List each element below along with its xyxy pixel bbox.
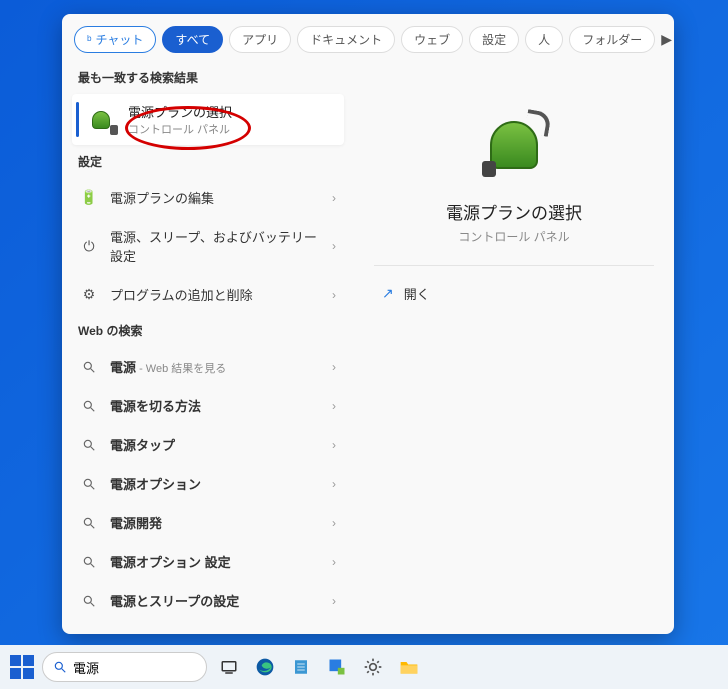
chevron-right-icon: › [332,399,336,413]
web-item-label: 電源 - Web 結果を見る [110,357,320,376]
tab-settings[interactable]: 設定 [469,26,519,53]
tab-apps[interactable]: アプリ [229,26,291,53]
results-list: 最も一致する検索結果 電源プランの選択 コントロール パネル 設定 🔋 電源プラ… [62,61,354,634]
search-results-panel: ᵇ チャット すべて アプリ ドキュメント ウェブ 設定 人 フォルダー ▶ ⋯… [62,14,674,634]
preview-power-icon [474,101,554,181]
more-tabs-chevron-icon[interactable]: ▶ [661,29,672,51]
settings-item-add-remove[interactable]: ⚙ プログラムの追加と削除 › [72,275,344,314]
tab-all[interactable]: すべて [162,26,223,53]
settings-item-label: 電源プランの編集 [110,188,320,207]
settings-item-edit-plan[interactable]: 🔋 電源プランの編集 › [72,178,344,217]
power-icon: ⏻ [80,237,98,255]
web-item-label: 電源開発 [110,513,320,532]
web-item-label: 電源とスリープの設定 [110,591,320,610]
battery-icon: 🔋 [80,189,98,207]
gear-icon: ⚙ [80,286,98,304]
search-icon [80,436,98,454]
preview-subtitle: コントロール パネル [458,228,569,245]
settings-item-label: 電源、スリープ、およびバッテリー設定 [110,227,320,265]
web-item-label: 電源オプション 設定 [110,552,320,571]
chevron-right-icon: › [332,438,336,452]
taskbar [0,645,728,689]
best-match-title: 電源プランの選択 [128,102,232,121]
search-icon [80,553,98,571]
search-icon [80,514,98,532]
taskbar-explorer-icon[interactable] [395,653,423,681]
web-search-item[interactable]: 電源タップ › [72,425,344,464]
best-match-item[interactable]: 電源プランの選択 コントロール パネル [72,94,344,145]
chevron-right-icon: › [332,516,336,530]
chevron-right-icon: › [332,239,336,253]
section-best-match: 最も一致する検索結果 [72,61,344,94]
taskbar-task-view-icon[interactable] [215,653,243,681]
settings-item-power-sleep[interactable]: ⏻ 電源、スリープ、およびバッテリー設定 › [72,217,344,275]
web-search-item[interactable]: 電源開発 › [72,503,344,542]
tab-chat-label: チャット [96,31,144,48]
web-search-item[interactable]: 電源とスリープの設定 › [72,581,344,620]
web-item-label: 電源オプション [110,474,320,493]
search-icon [80,592,98,610]
preview-pane: 電源プランの選択 コントロール パネル ↗ 開く [354,61,674,634]
taskbar-notepad-icon[interactable] [287,653,315,681]
start-button[interactable] [10,655,34,679]
web-search-item[interactable]: 電源 - Web 結果を見る › [72,347,344,386]
web-search-item[interactable]: 電源オプション › [72,464,344,503]
action-open-label: 開く [404,284,430,303]
chevron-right-icon: › [332,477,336,491]
web-item-label: 電源タップ [110,435,320,454]
tab-chat[interactable]: ᵇ チャット [74,26,156,53]
chevron-right-icon: › [332,360,336,374]
chevron-right-icon: › [332,288,336,302]
tab-documents[interactable]: ドキュメント [297,26,395,53]
tab-folders[interactable]: フォルダー [569,26,655,53]
search-icon [80,358,98,376]
chevron-right-icon: › [332,555,336,569]
web-search-item[interactable]: 電源を切る方法 › [72,386,344,425]
search-icon [80,397,98,415]
taskbar-settings-icon[interactable] [359,653,387,681]
chevron-right-icon: › [332,594,336,608]
power-plan-icon [88,105,118,135]
tab-web[interactable]: ウェブ [401,26,463,53]
best-match-subtitle: コントロール パネル [128,121,232,137]
web-item-label: 電源を切る方法 [110,396,320,415]
taskbar-tips-icon[interactable] [323,653,351,681]
taskbar-search-input[interactable] [73,660,196,675]
web-search-item[interactable]: 電源オプション 設定 › [72,542,344,581]
divider [374,265,654,266]
open-external-icon: ↗ [382,285,394,302]
search-icon [53,660,67,674]
tab-people[interactable]: 人 [525,26,563,53]
chevron-right-icon: › [332,191,336,205]
settings-item-label: プログラムの追加と削除 [110,285,320,304]
taskbar-edge-icon[interactable] [251,653,279,681]
bing-chat-icon: ᵇ [87,33,92,47]
section-web-search: Web の検索 [72,314,344,347]
taskbar-search[interactable] [42,652,207,682]
action-open[interactable]: ↗ 開く [374,276,654,311]
preview-title: 電源プランの選択 [446,199,582,224]
filter-tab-bar: ᵇ チャット すべて アプリ ドキュメント ウェブ 設定 人 フォルダー ▶ ⋯… [62,14,674,61]
section-settings: 設定 [72,145,344,178]
search-icon [80,475,98,493]
